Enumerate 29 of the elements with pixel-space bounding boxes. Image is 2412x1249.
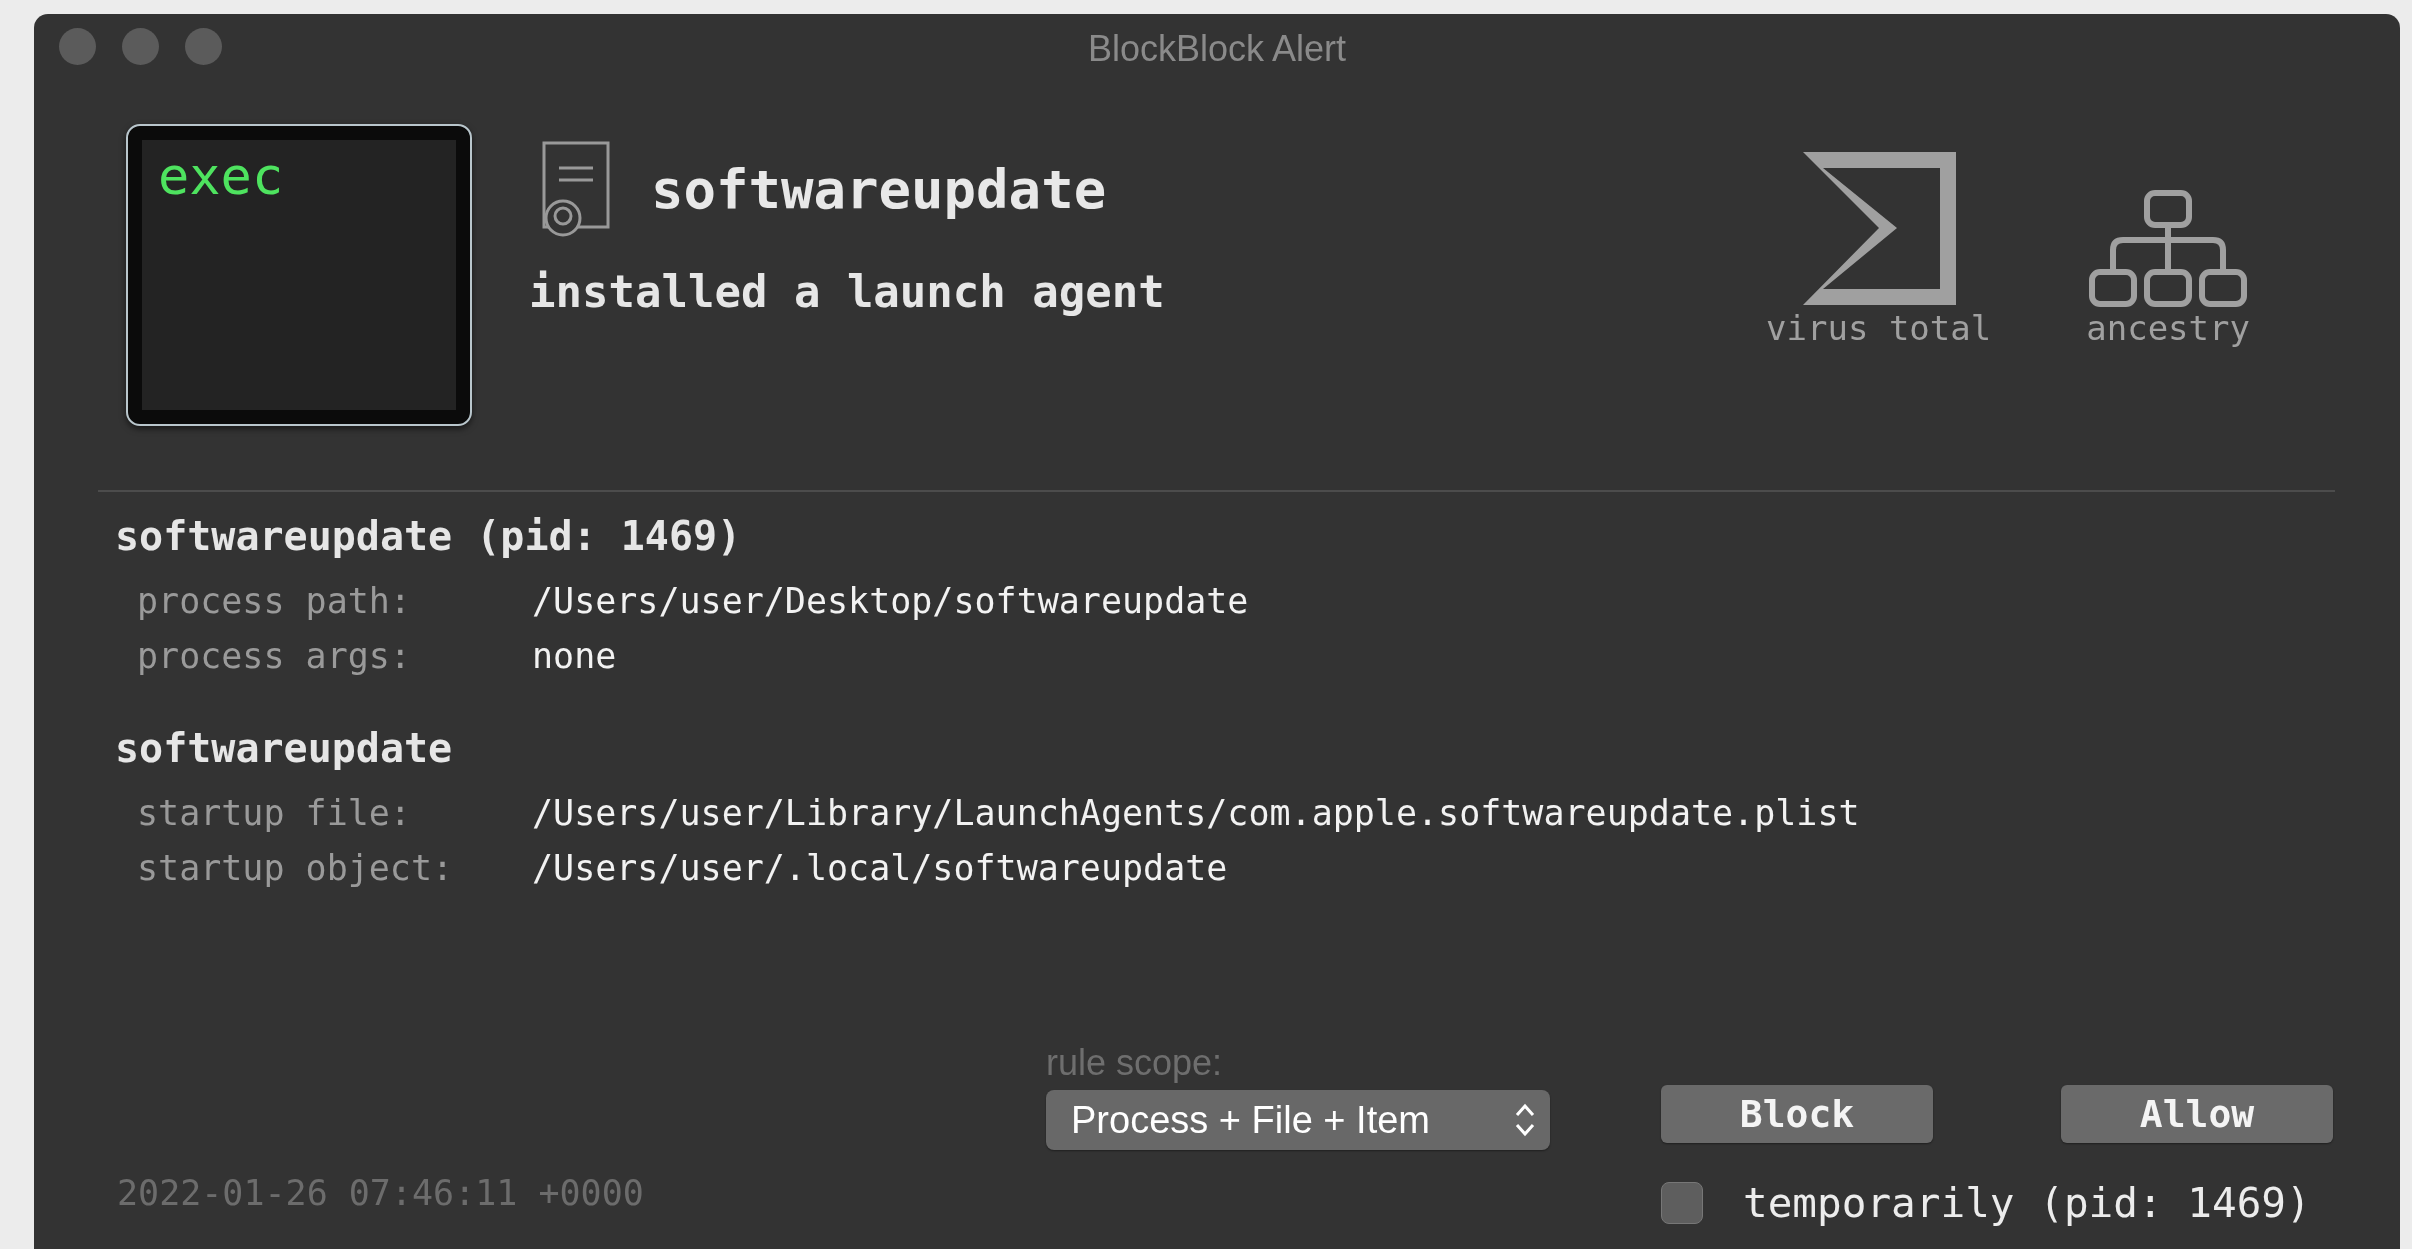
field-label: process args:: [137, 636, 411, 676]
tool-button[interactable]: ancestry: [2086, 144, 2250, 426]
rule-scope-dropdown[interactable]: Process + File + Item: [1046, 1090, 1550, 1150]
item-name: softwareupdate: [651, 157, 1107, 221]
zoom-button[interactable]: [185, 27, 222, 65]
timestamp: 2022-01-26 07:46:11 +0000: [117, 1173, 645, 1213]
section-title: softwareupdate (pid: 1469): [115, 513, 742, 559]
field-value: /Users/user/.local/softwareupdate: [532, 847, 1228, 890]
certificate-icon: [541, 140, 613, 238]
close-button[interactable]: [59, 27, 96, 65]
field-value: /Users/user/Library/LaunchAgents/com.apple.softwareupdate.plist: [532, 792, 1860, 835]
checkbox[interactable]: [1661, 1182, 1703, 1224]
rule-scope-label: rule scope:: [1046, 1042, 1223, 1083]
field-label: startup file:: [137, 793, 411, 833]
tool-button[interactable]: virus total: [1766, 144, 1992, 426]
block-button[interactable]: Block: [1661, 1085, 1933, 1143]
field-label: process path:: [137, 581, 411, 621]
chevron-icon: [1514, 1103, 1536, 1137]
field-value: /Users/user/Desktop/softwareupdate: [532, 580, 1249, 623]
hierarchy-icon: [2089, 190, 2248, 308]
window-title: BlockBlock Alert: [1087, 28, 1347, 69]
checkbox-label: temporarily (pid: 1469): [1743, 1179, 2311, 1227]
alert-action: installed a launch agent: [529, 266, 1165, 317]
field-value: none: [532, 635, 617, 678]
allow-button[interactable]: Allow: [2061, 1085, 2333, 1143]
badge-label: exec: [158, 146, 284, 206]
section-title: softwareupdate: [115, 725, 453, 771]
minimize-button[interactable]: [122, 27, 159, 65]
field-label: startup object:: [137, 848, 454, 888]
